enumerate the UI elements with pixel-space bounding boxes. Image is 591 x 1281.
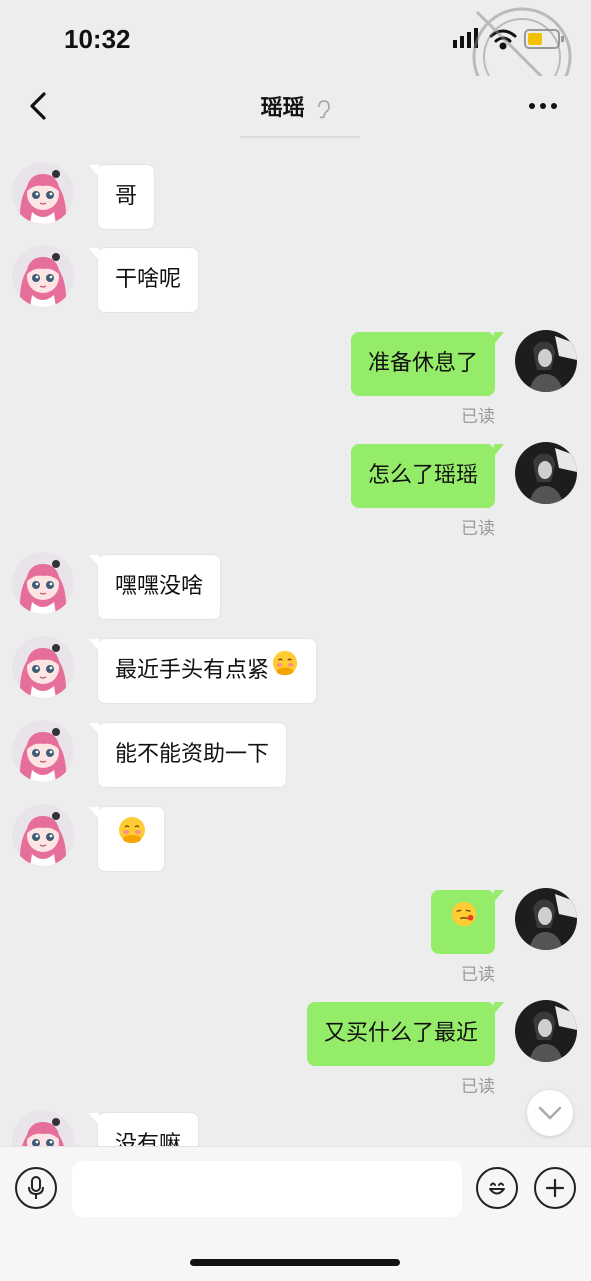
read-status: 已读	[461, 519, 495, 539]
message-text: 准备休息了	[367, 351, 478, 376]
voice-icon	[28, 1176, 44, 1199]
contact-avatar[interactable]	[12, 1110, 74, 1146]
status-bar: 10:32	[0, 0, 591, 107]
sent-message-bubble[interactable]: 怎么了瑶瑶	[350, 444, 505, 508]
sent-message-bubble[interactable]	[431, 890, 504, 954]
message-text: 干啥呢	[115, 267, 182, 292]
contact-name: 瑶瑶	[260, 96, 305, 121]
more-button[interactable]	[523, 86, 563, 126]
my-avatar[interactable]	[515, 888, 577, 950]
contact-avatar[interactable]	[12, 804, 74, 866]
contact-avatar[interactable]	[12, 720, 74, 782]
sent-message-bubble[interactable]: 准备休息了	[350, 332, 505, 396]
chat-title: 瑶瑶	[0, 90, 591, 122]
message-row: 已读	[0, 888, 591, 988]
message-row: 准备休息了已读	[0, 330, 591, 430]
plus-icon	[545, 1178, 565, 1198]
plus-button[interactable]	[534, 1167, 576, 1209]
received-message-bubble[interactable]: 能不能资助一下	[88, 722, 288, 788]
nav-bar: 瑶瑶	[0, 76, 591, 138]
shy-hug-emoji	[117, 807, 147, 871]
message-text: 怎么了瑶瑶	[367, 463, 478, 488]
read-status: 已读	[461, 407, 495, 427]
message-row: 又买什么了最近已读	[0, 1000, 591, 1100]
contact-avatar[interactable]	[12, 162, 74, 224]
shy-hug-emoji	[271, 639, 299, 703]
more-icon	[529, 103, 557, 109]
message-text: 又买什么了最近	[323, 1021, 478, 1046]
message-text: 能不能资助一下	[115, 742, 270, 767]
message-input[interactable]	[72, 1161, 462, 1217]
my-avatar[interactable]	[515, 1000, 577, 1062]
message-list[interactable]: 哥干啥呢 准备休息了 已读 怎么了瑶瑶 已读 嘿嘿没啥 最近手头有点紧 能不能资助一下 已读 又买…	[0, 140, 591, 1146]
my-avatar[interactable]	[515, 442, 577, 504]
message-row: 怎么了瑶瑶已读	[0, 442, 591, 542]
sent-message-bubble[interactable]: 又买什么了最近	[306, 1002, 505, 1066]
home-indicator	[190, 1259, 400, 1266]
message-text: 没有嘛	[115, 1132, 182, 1146]
contact-avatar[interactable]	[12, 245, 74, 307]
read-status: 已读	[461, 1077, 495, 1097]
message-text: 最近手头有点紧	[115, 658, 270, 683]
nav-divider	[240, 136, 360, 138]
voice-button[interactable]	[15, 1167, 57, 1209]
contact-avatar[interactable]	[12, 552, 74, 614]
received-message-bubble[interactable]	[89, 806, 165, 872]
message-row: 没有嘛	[0, 1110, 591, 1146]
my-avatar[interactable]	[515, 330, 577, 392]
message-text: 嘿嘿没啥	[115, 574, 204, 599]
dizzy-face-emoji	[450, 890, 478, 954]
ear-icon	[318, 100, 331, 119]
chevron-down-icon	[538, 1106, 562, 1120]
scroll-to-bottom-button[interactable]	[527, 1090, 573, 1136]
input-bar	[0, 1146, 591, 1281]
received-message-bubble[interactable]: 干啥呢	[88, 247, 200, 313]
emoji-icon	[489, 1182, 505, 1195]
message-text: 哥	[115, 184, 138, 209]
emoji-button[interactable]	[476, 1167, 518, 1209]
received-message-bubble[interactable]: 没有嘛	[88, 1112, 200, 1146]
received-message-bubble[interactable]: 嘿嘿没啥	[88, 554, 222, 620]
status-time: 10:32	[64, 24, 131, 54]
read-status: 已读	[461, 965, 495, 985]
received-message-bubble[interactable]: 最近手头有点紧	[88, 638, 318, 704]
received-message-bubble[interactable]: 哥	[88, 164, 156, 230]
contact-avatar[interactable]	[12, 636, 74, 698]
